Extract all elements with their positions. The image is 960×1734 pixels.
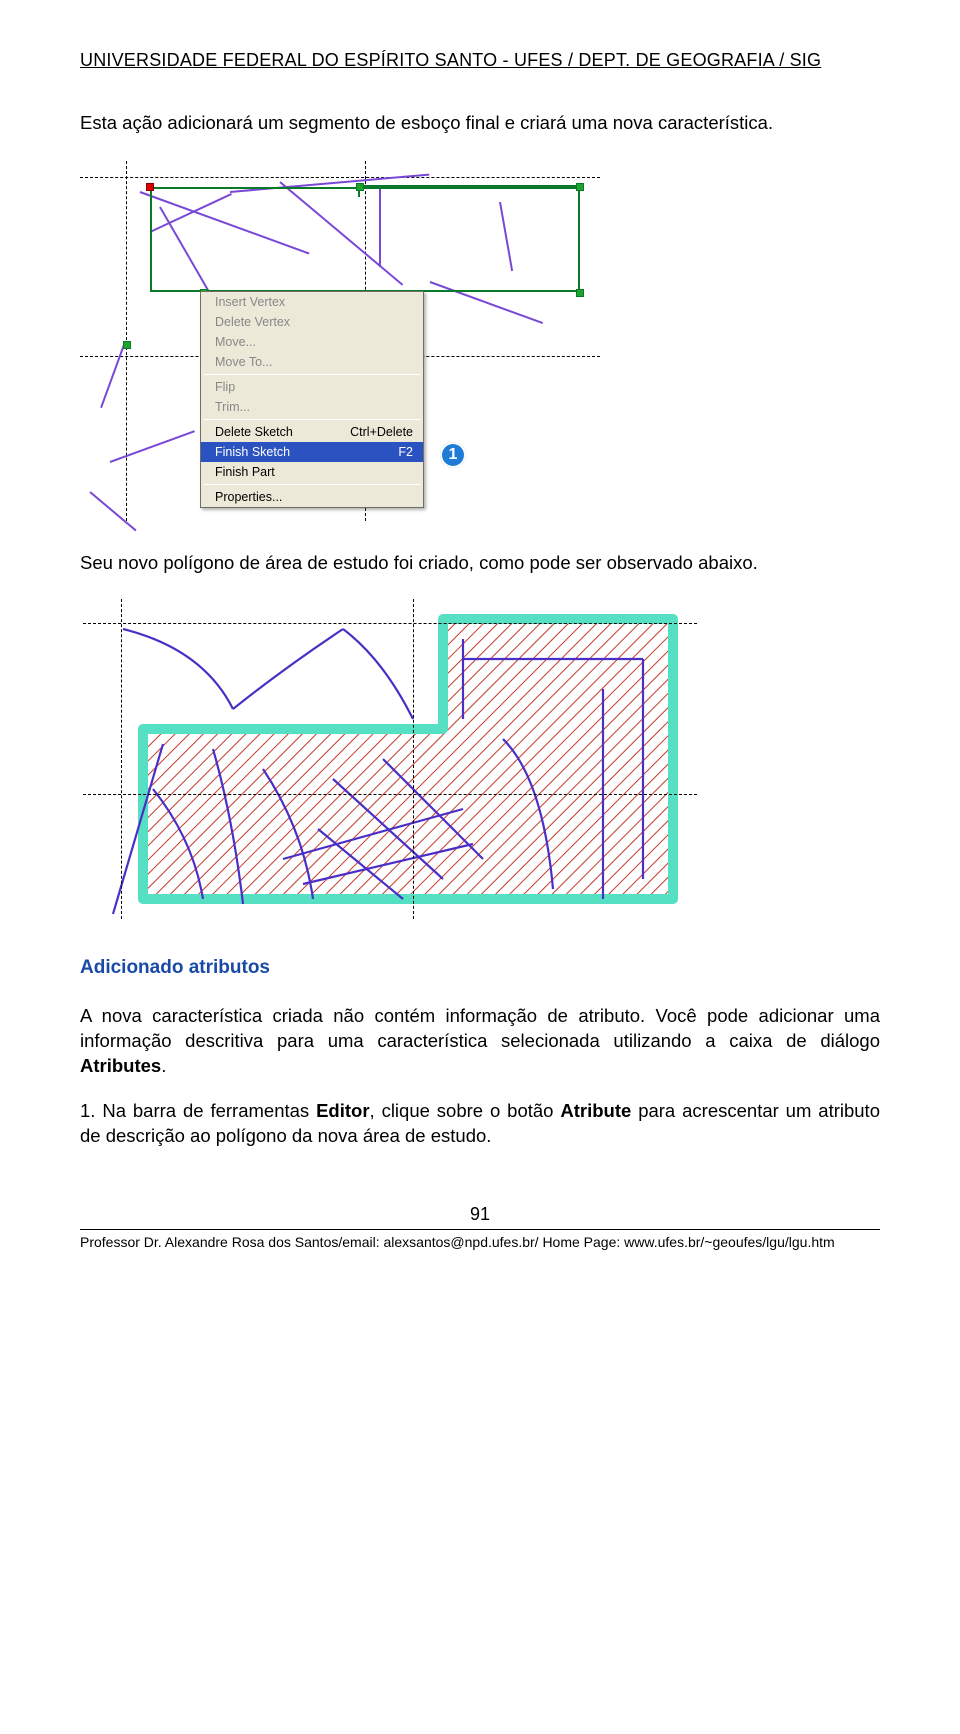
menu-item-trim[interactable]: Trim... — [201, 397, 423, 417]
page-header: UNIVERSIDADE FEDERAL DO ESPÍRITO SANTO -… — [80, 50, 880, 71]
menu-item-flip[interactable]: Flip — [201, 377, 423, 397]
page-number: 91 — [80, 1204, 880, 1225]
intro-paragraph: Esta ação adicionará um segmento de esbo… — [80, 111, 880, 136]
section-title-adicionado-atributos: Adicionado atributos — [80, 957, 880, 979]
menu-item-insert-vertex[interactable]: Insert Vertex — [201, 292, 423, 312]
footer-divider — [80, 1229, 880, 1230]
figure-sketch-context-menu: Insert Vertex Delete Vertex Move... Move… — [80, 161, 600, 521]
menu-item-move-to[interactable]: Move To... — [201, 352, 423, 372]
menu-item-delete-sketch[interactable]: Delete SketchCtrl+Delete — [201, 422, 423, 442]
footer-text: Professor Dr. Alexandre Rosa dos Santos/… — [80, 1234, 880, 1250]
menu-item-finish-sketch[interactable]: Finish SketchF2 — [201, 442, 423, 462]
menu-item-move[interactable]: Move... — [201, 332, 423, 352]
figure-completed-polygon — [80, 596, 700, 922]
menu-item-properties[interactable]: Properties... — [201, 487, 423, 507]
context-menu: Insert Vertex Delete Vertex Move... Move… — [200, 291, 424, 508]
menu-item-delete-vertex[interactable]: Delete Vertex — [201, 312, 423, 332]
attributes-paragraph: A nova característica criada não contém … — [80, 1004, 880, 1079]
callout-badge-1: 1 — [440, 442, 466, 468]
step-1: 1. Na barra de ferramentas Editor, cliqu… — [80, 1099, 880, 1149]
after-fig1-paragraph: Seu novo polígono de área de estudo foi … — [80, 551, 880, 576]
menu-item-finish-part[interactable]: Finish Part — [201, 462, 423, 482]
